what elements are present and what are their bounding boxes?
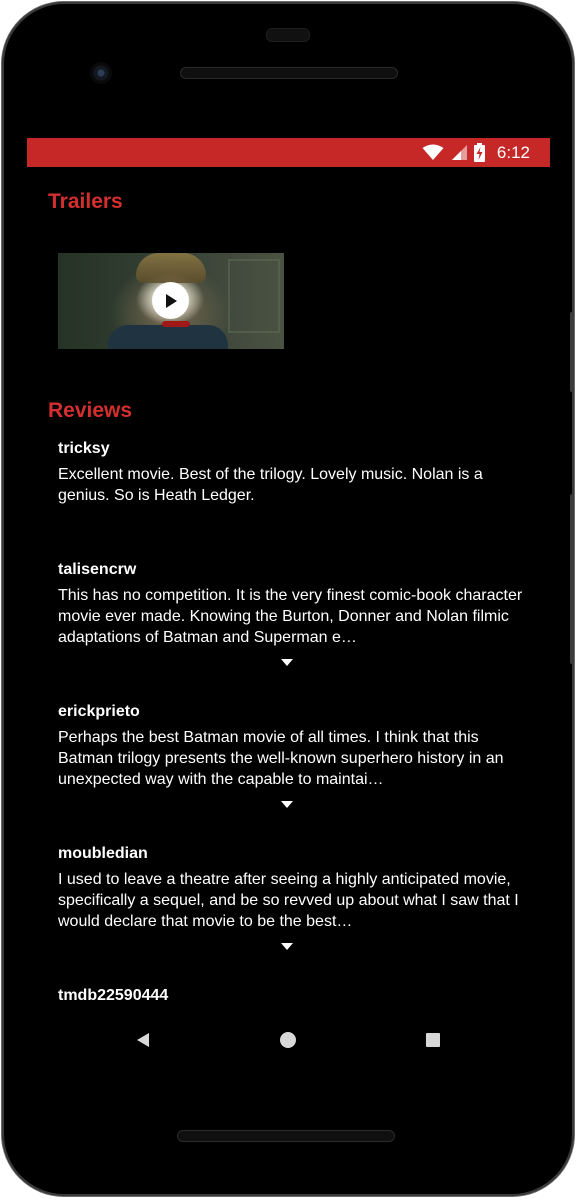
front-camera [90,62,112,84]
earpiece [266,28,310,42]
status-time: 6:12 [496,142,530,162]
recents-icon[interactable] [421,1028,445,1052]
navigation-bar [27,1018,550,1062]
review-item: tmdb22590444 [58,986,528,1006]
review-item: moubledian I used to leave a theatre aft… [58,844,528,932]
review-author: erickprieto [58,703,140,720]
phone-frame: 6:12 Trailers Reviews tricksy Excellent … [2,2,574,1196]
cell-signal-icon [451,145,467,160]
review-content: Perhaps the best Batman movie of all tim… [58,729,504,788]
review-item: tricksy Excellent movie. Best of the tri… [58,439,528,506]
review-content: I used to leave a theatre after seeing a… [58,871,519,930]
battery-charging-icon [473,143,485,162]
review-author: moubledian [58,845,148,862]
screen: 6:12 Trailers Reviews tricksy Excellent … [27,138,550,1063]
power-button [570,312,574,392]
review-author: tricksy [58,440,110,457]
review-author: talisencrw [58,561,137,578]
review-item: erickprieto Perhaps the best Batman movi… [58,702,528,790]
play-icon[interactable] [152,282,189,319]
back-icon[interactable] [131,1028,155,1052]
expand-chevron-icon[interactable] [281,801,293,809]
trailers-heading: Trailers [48,190,123,213]
reviews-heading: Reviews [48,399,133,422]
bottom-speaker [177,1130,395,1142]
wifi-icon [422,144,444,160]
home-icon[interactable] [276,1028,300,1052]
review-content: This has no competition. It is the very … [58,587,523,646]
trailer-thumbnail[interactable] [58,253,284,349]
volume-button [570,494,574,664]
review-item: talisencrw This has no competition. It i… [58,560,528,648]
status-bar: 6:12 [27,138,550,167]
expand-chevron-icon[interactable] [281,943,293,951]
expand-chevron-icon[interactable] [281,659,293,667]
review-content: Excellent movie. Best of the trilogy. Lo… [58,466,483,504]
review-author: tmdb22590444 [58,987,169,1004]
top-speaker [180,67,398,79]
